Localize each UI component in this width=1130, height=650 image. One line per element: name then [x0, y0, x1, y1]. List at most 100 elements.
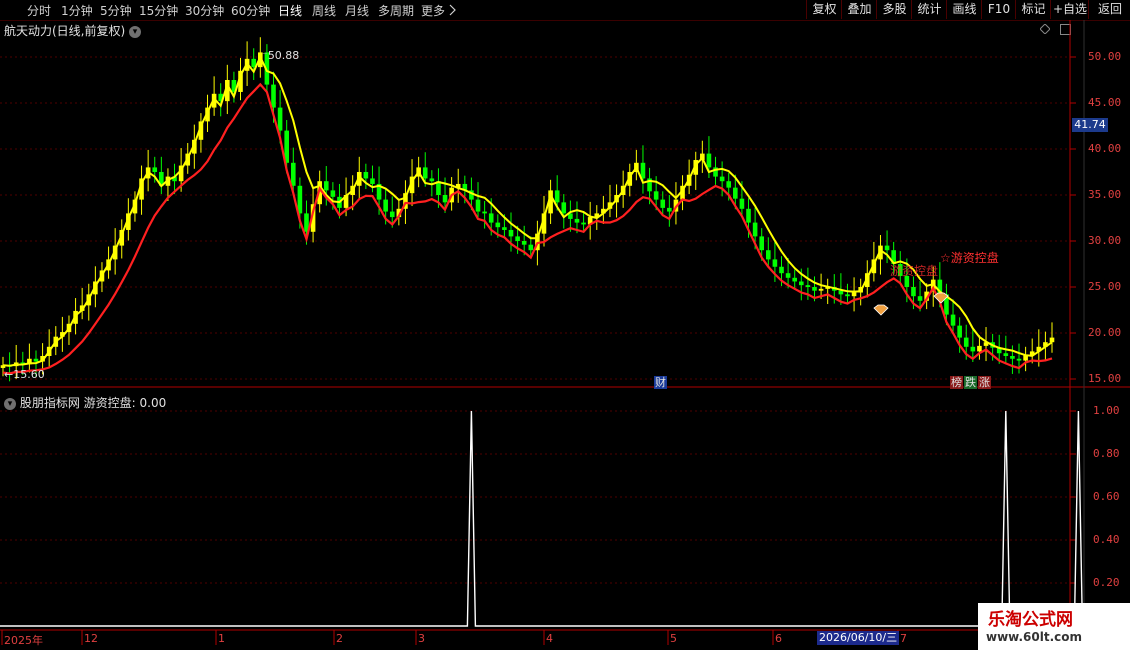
candle-body [482, 211, 487, 214]
indicator-line [0, 410, 1084, 627]
candle-body [561, 202, 567, 214]
candle-body [383, 199, 388, 212]
candle-body [759, 236, 765, 251]
price-chart[interactable] [0, 0, 1130, 650]
candle-body [389, 211, 395, 218]
candle-body [1016, 358, 1022, 361]
high-price-label: ⁻50.88 [262, 49, 299, 62]
signal-annotation: ☆游资控盘 [940, 251, 999, 265]
candle-body [667, 207, 672, 212]
price-axis-tick: 25.00 [1088, 280, 1122, 293]
candle-body [290, 162, 296, 186]
candle-body [574, 218, 580, 223]
candle-body [528, 244, 534, 251]
candle-body [1049, 337, 1055, 343]
time-axis-label: 12 [84, 632, 98, 645]
price-axis-tick: 20.00 [1088, 326, 1122, 339]
candle-body [581, 222, 586, 225]
candle-body [640, 162, 646, 179]
time-axis-label: 4 [546, 632, 553, 645]
time-axis-label: 2025年 [4, 634, 43, 647]
candle-body [752, 222, 758, 237]
low-price-value: 15.60 [13, 368, 45, 381]
candle-body [798, 281, 804, 286]
candle-body [977, 345, 982, 352]
candle-body [706, 153, 712, 168]
candle-body [495, 222, 501, 228]
price-axis-tick: 40.00 [1088, 142, 1122, 155]
candle-body [818, 288, 824, 291]
candle-body [746, 208, 751, 223]
chevron-down-icon[interactable]: ▾ [4, 397, 16, 410]
indicator-title-text: 股朋指标网 游资控盘: 0.00 [19, 396, 167, 410]
candle-body [475, 199, 481, 212]
candle-body [970, 346, 976, 352]
cursor-date-tag: 2026/06/10/三 [817, 631, 900, 645]
candle-body [838, 290, 844, 295]
candle-body [521, 241, 527, 245]
time-axis-label: 7 [900, 632, 907, 645]
candle-body [1003, 353, 1009, 356]
current-price-tag: 41.74 [1072, 118, 1108, 132]
candle-body [442, 195, 448, 203]
price-axis-tick: 30.00 [1088, 234, 1122, 247]
candle-body [719, 176, 725, 182]
rise-badge[interactable]: 涨 [978, 376, 991, 389]
candle-body [726, 181, 732, 188]
price-axis-tick: 35.00 [1088, 188, 1122, 201]
price-axis-tick: 45.00 [1088, 96, 1122, 109]
candle-body [152, 167, 158, 172]
watermark-title: 乐淘公式网 [988, 610, 1073, 630]
watermark-url: www.60lt.com [986, 630, 1083, 644]
candle-body [805, 285, 811, 287]
candle-body [845, 294, 850, 297]
diamond-signal-icon [873, 304, 889, 316]
candle-body [515, 236, 520, 241]
candle-body [429, 178, 435, 182]
indicator-axis-tick: 0.20 [1093, 576, 1120, 589]
candle-body [660, 199, 666, 208]
candle-body [554, 190, 560, 203]
candle-body [772, 259, 778, 267]
candle-body [766, 250, 771, 260]
watermark: 乐淘公式网 www.60lt.com [978, 603, 1130, 650]
candle-body [812, 287, 817, 291]
time-axis-label: 2 [336, 632, 343, 645]
indicator-axis-tick: 0.40 [1093, 533, 1120, 546]
fall-badge[interactable]: 跌 [964, 376, 977, 389]
candle-body [792, 277, 797, 282]
candle-body [502, 227, 507, 230]
time-axis-label: 5 [670, 632, 677, 645]
candle-body [33, 358, 39, 362]
price-axis-tick: 50.00 [1088, 50, 1122, 63]
arrow-left-icon: ← [4, 368, 14, 381]
finance-badge[interactable]: 财 [654, 376, 667, 389]
time-axis-label: 6 [775, 632, 782, 645]
candle-body [733, 187, 738, 199]
candle-body [330, 190, 336, 197]
candle-body [277, 107, 283, 131]
candle-body [739, 198, 745, 209]
low-price-label: ←15.60 [4, 368, 45, 381]
indicator-axis-tick: 0.80 [1093, 447, 1120, 460]
rank-badge[interactable]: 榜 [950, 376, 963, 389]
candle-body [508, 229, 514, 237]
candle-body [911, 287, 916, 297]
candle-body [851, 292, 857, 297]
candle-body [950, 314, 956, 326]
high-price-value: 50.88 [267, 49, 300, 62]
candle-body [963, 337, 969, 347]
candle-body [653, 191, 659, 200]
candle-body [363, 172, 369, 179]
candle-body [917, 296, 923, 301]
candle-body [884, 245, 890, 251]
candle-body [422, 167, 428, 179]
indicator-axis-tick: 1.00 [1093, 404, 1120, 417]
time-axis-label: 3 [418, 632, 425, 645]
signal-annotation-overlap: 游资控盘 [890, 264, 939, 278]
candle-body [271, 84, 276, 108]
price-axis-tick: 15.00 [1088, 372, 1122, 385]
candle-body [323, 181, 329, 191]
red-trend-line [2, 82, 1053, 375]
time-axis-label: 1 [218, 632, 225, 645]
